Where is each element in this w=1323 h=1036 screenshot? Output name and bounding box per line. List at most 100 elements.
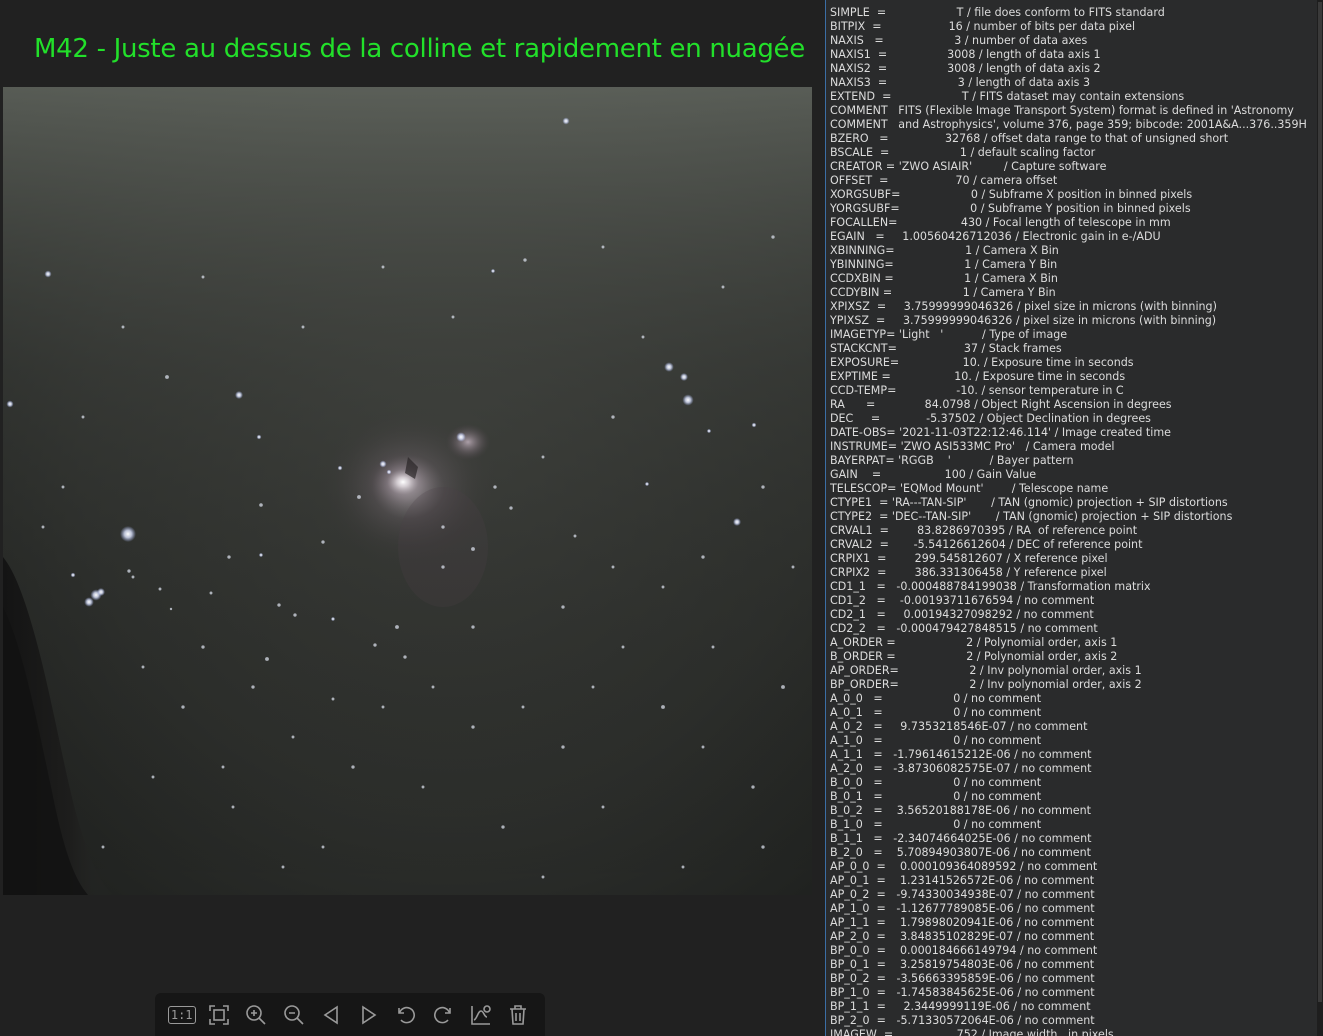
fits-header-line: AP_0_1 = 1.23141526572E-06 / no comment [830,874,1095,887]
fits-header-line: IMAGEW = 752 / Image width, in pixels [830,1028,1114,1036]
fits-header-line: NAXIS3 = 3 / length of data axis 3 [830,76,1091,89]
fits-header-line: DEC = -5.37502 / Object Declination in d… [830,412,1151,425]
star [41,525,45,529]
fits-header-line: CRPIX1 = 299.545812607 / X reference pix… [830,552,1108,565]
next-button[interactable] [354,1000,384,1030]
star [81,415,85,419]
star [337,465,343,471]
star [562,117,570,125]
star [611,565,615,569]
star [791,565,795,569]
star [521,705,525,709]
star [395,625,399,629]
star [231,805,235,809]
star [441,565,445,569]
star [711,645,715,649]
star [331,697,335,701]
histogram-button[interactable] [466,1000,496,1030]
fit-screen-icon [209,1004,229,1025]
fits-header-line: CD1_2 = -0.00193711676594 / no comment [830,594,1095,607]
fits-header-line: TELESCOP= 'EQMod Mount' / Telescope name [830,482,1109,495]
fits-header-line: YORGSUBF= 0 / Subframe Y position in bin… [830,202,1191,215]
fit-screen-button[interactable] [204,1000,234,1030]
star [493,485,497,489]
star [781,685,785,689]
star [664,362,674,372]
fits-header-line: AP_0_2 = -9.74330034938E-07 / no comment [830,888,1095,901]
delete-button[interactable] [503,1000,533,1030]
star [421,785,425,789]
fits-header-line: BAYERPAT= 'RGGB ' / Bayer pattern [830,454,1074,467]
star [706,428,712,434]
astro-photo [3,87,812,895]
fits-header-line: DATE-OBS= '2021-11-03T22:12:46.114' / Im… [830,426,1171,439]
fits-header-line: CD2_1 = 0.00194327098292 / no comment [830,608,1094,621]
fits-header-line: CREATOR = 'ZWO ASIAIR' / Capture softwar… [830,160,1107,173]
star [573,534,577,538]
star [158,587,162,591]
rotate-left-icon [398,1006,415,1023]
star [127,569,131,573]
star [733,518,741,526]
fits-header-line: BZERO = 32768 / offset data range to tha… [830,132,1229,145]
fits-header-line: AP_1_1 = 1.79898020941E-06 / no comment [830,916,1095,929]
star [277,603,281,607]
star [621,645,625,649]
star [235,391,243,399]
star [541,455,545,459]
star [357,495,361,499]
star [256,434,262,440]
fits-header-line: EXPTIME = 10. / Exposure time in seconds [830,370,1126,383]
fits-header-line: STACKCNT= 37 / Stack frames [830,342,1062,355]
star [97,588,105,596]
histogram-icon [471,1004,491,1025]
fits-header-line: NAXIS1 = 3008 / length of data axis 1 [830,48,1101,61]
star [641,335,645,339]
astro-image[interactable] [3,87,812,895]
rotate-left-button[interactable] [391,1000,421,1030]
star [321,540,325,544]
fits-header-line: BP_2_0 = -5.71330572064E-06 / no comment [830,1014,1095,1027]
star [221,765,225,769]
header-scrollbar[interactable] [1317,0,1323,1036]
previous-button[interactable] [316,1000,346,1030]
rotate-right-button[interactable] [428,1000,458,1030]
star [265,657,269,661]
star [456,432,466,442]
star [201,645,205,649]
rotate-right-icon [434,1006,452,1023]
star [591,685,595,689]
fits-header-line: BP_1_0 = -1.74583845625E-06 / no comment [830,986,1095,999]
fits-header-line: CTYPE1 = 'RA---TAN-SIP' / TAN (gnomic) p… [830,496,1228,509]
star [661,705,665,709]
fits-header-line: CCD-TEMP= -10. / sensor temperature in C [830,384,1124,397]
star [490,268,496,274]
zoom-out-button[interactable] [279,1000,309,1030]
star [381,705,385,709]
fits-header-line: A_0_2 = 9.7353218546E-07 / no comment [830,720,1088,733]
scrollbar-thumb[interactable] [1318,2,1322,1002]
fits-header-line: RA = 84.0798 / Object Right Ascension in… [830,398,1172,411]
star [84,597,94,607]
fits-header-line: A_2_0 = -3.87306082575E-07 / no comment [830,762,1092,775]
zoom-in-button[interactable] [241,1000,271,1030]
star [701,555,705,559]
fits-header-line: A_0_1 = 0 / no comment [830,706,1042,719]
star [601,245,605,249]
star [330,616,336,622]
star [61,485,65,489]
star [169,607,173,611]
image-toolbar: 1:1 [155,993,545,1036]
star [301,325,305,329]
star [209,591,213,595]
fits-header-line: EXPOSURE= 10. / Exposure time in seconds [830,356,1134,369]
fits-header-panel[interactable]: SIMPLE = T / file does conform to FITS s… [825,0,1319,1036]
fits-header-line: B_0_2 = 3.56520188178E-06 / no comment [830,804,1091,817]
star [611,415,615,419]
star [471,725,475,729]
one-to-one-button[interactable]: 1:1 [167,1000,197,1030]
next-icon [361,1005,377,1024]
fits-header-line: OFFSET = 70 / camera offset [830,174,1058,187]
star [121,325,125,329]
star [431,685,435,689]
